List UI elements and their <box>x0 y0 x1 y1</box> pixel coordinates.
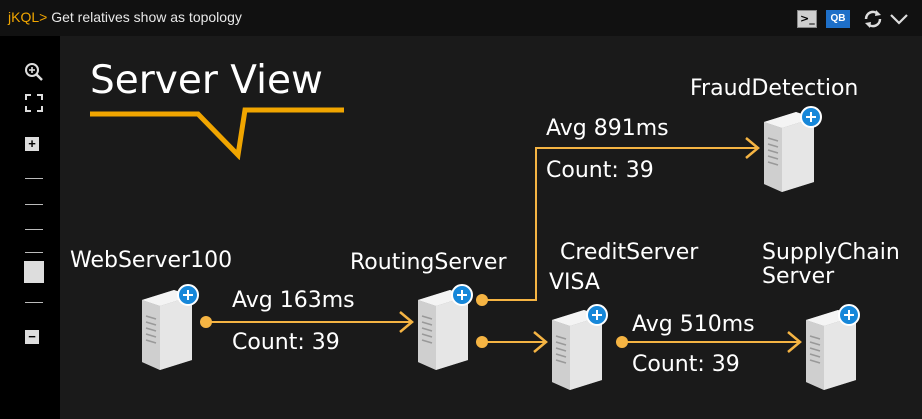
node-label: RoutingServer <box>350 250 507 275</box>
node-label: WebServer100 <box>70 248 233 273</box>
edge-webserver-routing <box>200 311 414 333</box>
edge-routing-credit <box>476 331 548 353</box>
edge-avg-label: Avg 163ms <box>232 288 355 313</box>
edge-count-label: Count: 39 <box>632 352 740 377</box>
node-label: FraudDetection <box>690 76 859 101</box>
expand-plus-icon[interactable] <box>177 284 199 306</box>
edge-avg-label: Avg 510ms <box>632 312 755 337</box>
expand-plus-icon[interactable] <box>800 106 822 128</box>
node-label: Server <box>762 264 835 289</box>
expand-plus-icon[interactable] <box>586 304 608 326</box>
node-label: SupplyChain <box>762 240 900 265</box>
edge-count-label: Count: 39 <box>546 158 654 183</box>
node-label: CreditServer <box>560 240 699 265</box>
expand-plus-icon[interactable] <box>451 284 473 306</box>
expand-plus-icon[interactable] <box>838 304 860 326</box>
edge-avg-label: Avg 891ms <box>546 116 669 141</box>
edge-count-label: Count: 39 <box>232 330 340 355</box>
node-label: VISA <box>549 270 600 295</box>
